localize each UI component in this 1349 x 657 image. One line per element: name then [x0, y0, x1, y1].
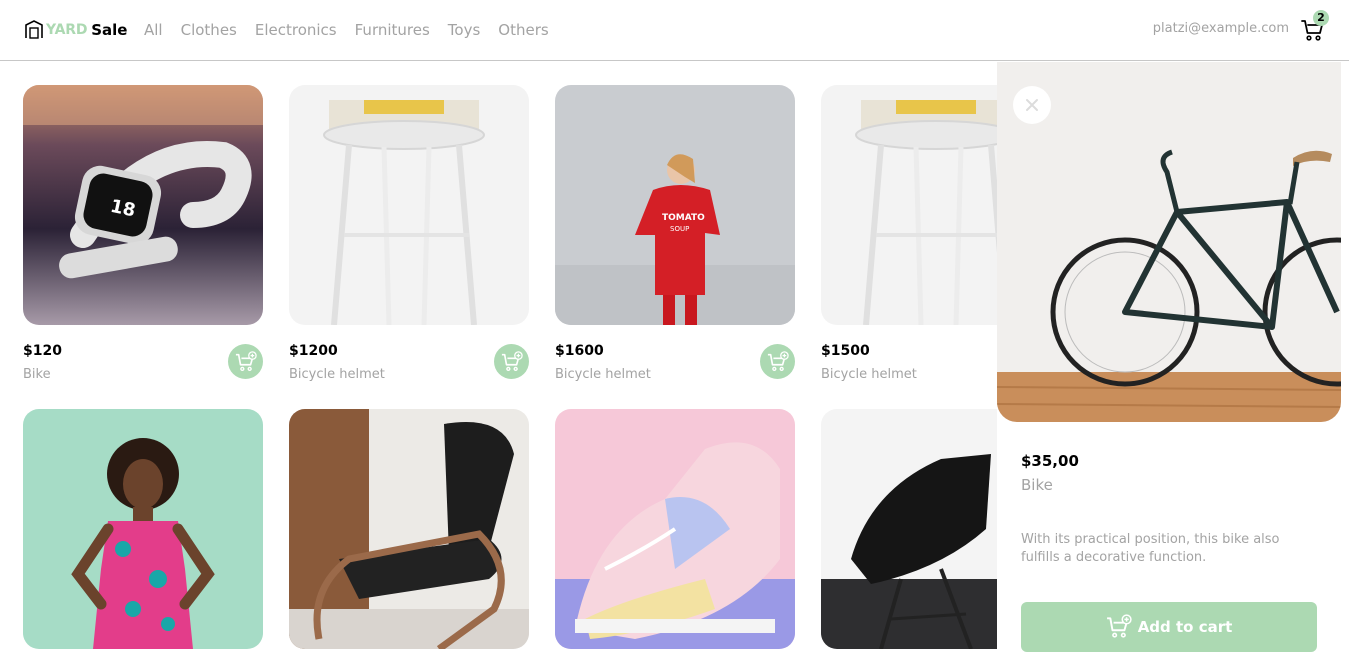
product-card[interactable]: TOMATO SOUP $1600 Bicycle helmet [555, 85, 795, 382]
product-price: $1500 [821, 343, 870, 359]
user-email[interactable]: platzi@example.com [1153, 21, 1289, 36]
product-image[interactable]: TOMATO SOUP [555, 85, 795, 325]
svg-text:SOUP: SOUP [670, 225, 689, 233]
shopping-cart-button[interactable]: 2 [1301, 10, 1329, 41]
menu-item-electronics[interactable]: Electronics [255, 20, 337, 40]
product-image[interactable] [23, 409, 263, 649]
navbar: YARD Sale All Clothes Electronics Furnit… [0, 0, 1349, 61]
add-to-cart-button[interactable] [494, 344, 529, 379]
product-card[interactable] [23, 409, 263, 649]
yard-logo-icon [25, 20, 43, 39]
product-card[interactable] [289, 409, 529, 649]
close-detail-button[interactable] [1013, 86, 1051, 124]
detail-price: $35,00 [1021, 452, 1079, 470]
product-name: Bicycle helmet [555, 367, 651, 382]
menu-item-furnitures[interactable]: Furnitures [355, 20, 430, 40]
product-name: Bicycle helmet [289, 367, 385, 382]
add-to-cart-icon [501, 350, 523, 371]
brand-logo[interactable]: YARD Sale [24, 18, 127, 42]
svg-text:TOMATO: TOMATO [662, 213, 705, 223]
detail-description: With its practical position, this bike a… [1021, 532, 1280, 565]
brand-yard: YARD [46, 22, 88, 38]
brand-sale: Sale [91, 21, 128, 39]
menu-item-clothes[interactable]: Clothes [181, 20, 237, 40]
product-image[interactable] [289, 85, 529, 325]
add-to-cart-label: Add to cart [1137, 618, 1233, 636]
category-menu: All Clothes Electronics Furnitures Toys … [144, 20, 567, 40]
add-to-cart-icon [235, 350, 257, 371]
detail-name: Bike [1021, 476, 1053, 494]
menu-item-others[interactable]: Others [498, 20, 548, 40]
product-name: Bike [23, 367, 51, 382]
add-to-cart-button[interactable] [760, 344, 795, 379]
close-icon [1026, 99, 1038, 111]
detail-product-image [997, 62, 1341, 422]
product-card[interactable]: $1200 Bicycle helmet [289, 85, 529, 382]
cart-count-badge: 2 [1313, 10, 1329, 26]
product-image[interactable] [555, 409, 795, 649]
product-price: $1600 [555, 343, 604, 359]
product-image[interactable] [289, 409, 529, 649]
product-card[interactable] [555, 409, 795, 649]
product-image[interactable]: 18 [23, 85, 263, 325]
product-price: $120 [23, 343, 62, 359]
add-to-cart-icon [767, 350, 789, 371]
add-to-cart-primary-button[interactable]: Add to cart [1021, 602, 1317, 652]
product-price: $1200 [289, 343, 338, 359]
product-detail-panel: $35,00 Bike With its practical position,… [997, 62, 1341, 657]
add-to-cart-icon [1106, 614, 1132, 638]
add-to-cart-button[interactable] [228, 344, 263, 379]
product-name: Bicycle helmet [821, 367, 917, 382]
menu-item-toys[interactable]: Toys [448, 20, 480, 40]
menu-item-all[interactable]: All [144, 20, 163, 40]
product-card[interactable]: 18 $120 Bike [23, 85, 263, 382]
